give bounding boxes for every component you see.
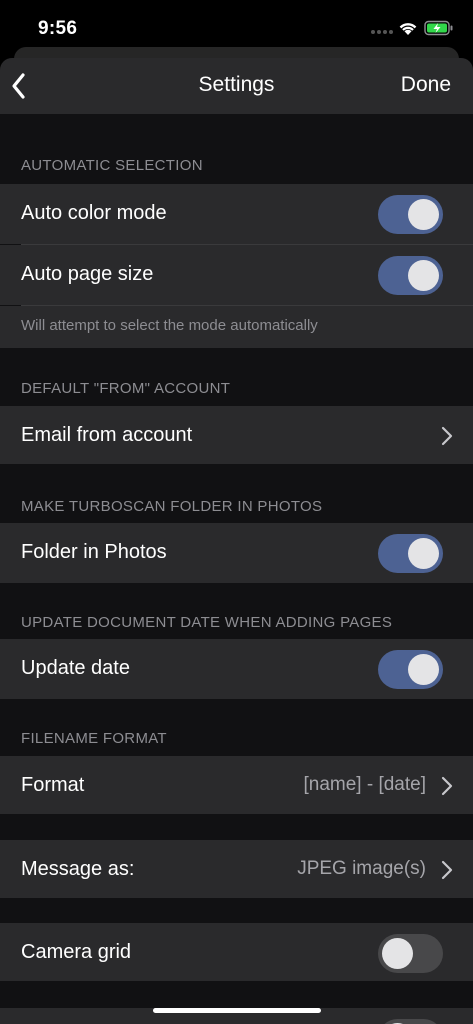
toggle-knob xyxy=(382,938,413,969)
camera-grid-label: Camera grid xyxy=(21,941,132,963)
toggle-knob xyxy=(408,260,439,291)
wifi-icon xyxy=(399,23,417,35)
home-indicator xyxy=(153,1008,321,1013)
camera-grid-toggle[interactable] xyxy=(378,934,443,973)
email-from-account-label: Email from account xyxy=(21,424,193,446)
toggle-knob xyxy=(408,654,439,685)
done-button[interactable]: Done xyxy=(401,73,451,97)
format-value: [name] - [date] xyxy=(303,774,426,795)
automatic-selection-footer-text: Will attempt to select the mode automati… xyxy=(21,317,318,334)
email-from-account-row[interactable]: Email from account xyxy=(0,406,473,464)
status-bar: 9:56 xyxy=(0,0,473,50)
auto-page-size-toggle[interactable] xyxy=(378,256,443,295)
message-as-label: Message as: xyxy=(21,858,135,880)
update-date-row: Update date xyxy=(0,639,473,699)
update-date-toggle[interactable] xyxy=(378,650,443,689)
navigation-bar: Settings Done xyxy=(0,58,473,114)
format-row[interactable]: Format [name] - [date] xyxy=(0,756,473,814)
section-header-default-from: DEFAULT "FROM" ACCOUNT xyxy=(21,380,231,397)
folder-in-photos-row: Folder in Photos xyxy=(0,523,473,583)
auto-color-mode-label: Auto color mode xyxy=(21,202,167,224)
auto-color-mode-row: Auto color mode xyxy=(0,184,473,244)
auto-color-mode-toggle[interactable] xyxy=(378,195,443,234)
chevron-right-icon xyxy=(441,860,453,880)
folder-in-photos-toggle[interactable] xyxy=(378,534,443,573)
auto-page-size-label: Auto page size xyxy=(21,263,154,285)
toggle-knob xyxy=(408,538,439,569)
cellular-icon xyxy=(371,30,393,34)
chevron-right-icon xyxy=(441,776,453,796)
format-label: Format xyxy=(21,774,85,796)
section-header-update-date: UPDATE DOCUMENT DATE WHEN ADDING PAGES xyxy=(21,614,393,631)
section-header-folder: MAKE TURBOSCAN FOLDER IN PHOTOS xyxy=(21,498,323,515)
status-time: 9:56 xyxy=(38,18,78,39)
update-date-label: Update date xyxy=(21,657,130,679)
next-setting-toggle[interactable] xyxy=(378,1019,443,1024)
chevron-right-icon xyxy=(441,426,453,446)
section-header-filename-format: FILENAME FORMAT xyxy=(21,730,167,747)
toggle-knob xyxy=(408,199,439,230)
message-as-value: JPEG image(s) xyxy=(297,858,426,879)
section-header-automatic-selection: AUTOMATIC SELECTION xyxy=(21,157,203,174)
folder-in-photos-label: Folder in Photos xyxy=(21,541,167,563)
camera-grid-row: Camera grid xyxy=(0,923,473,981)
settings-sheet: Settings Done AUTOMATIC SELECTION Auto c… xyxy=(0,58,473,1024)
message-as-row[interactable]: Message as: JPEG image(s) xyxy=(0,840,473,898)
auto-page-size-row: Auto page size xyxy=(0,245,473,305)
battery-icon xyxy=(424,20,453,36)
automatic-selection-footer: Will attempt to select the mode automati… xyxy=(0,306,473,348)
